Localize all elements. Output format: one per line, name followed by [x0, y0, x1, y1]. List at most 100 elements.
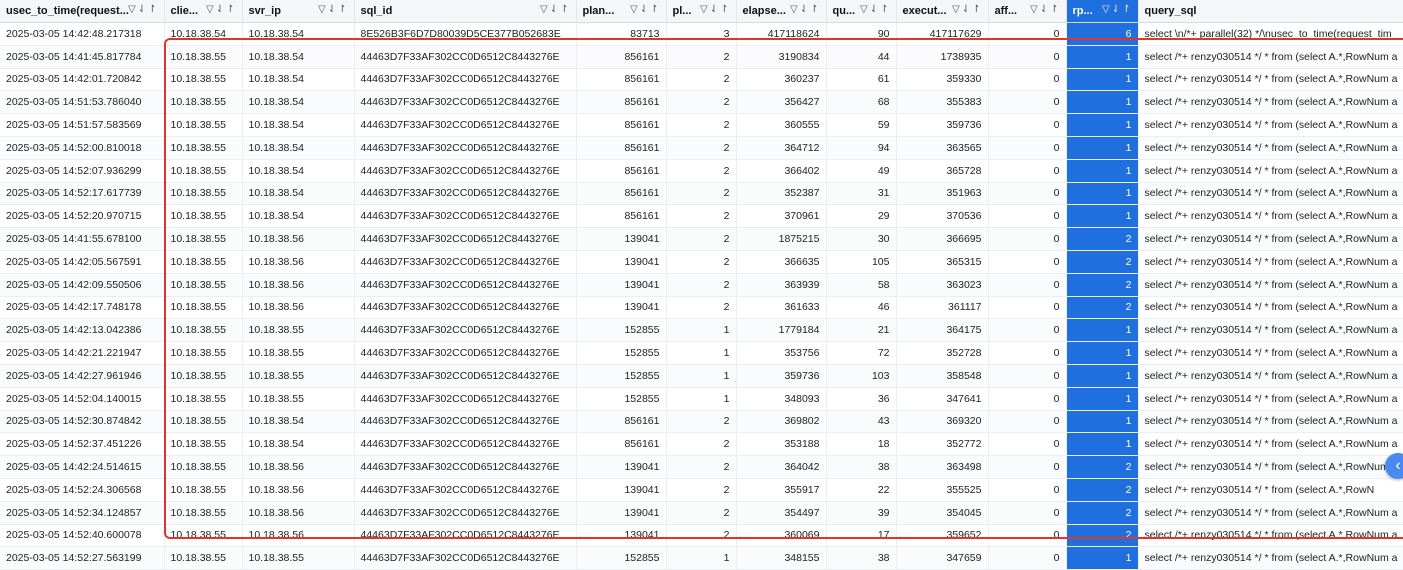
cell-plan[interactable]: 139041: [576, 273, 667, 297]
cell-aff[interactable]: 0: [988, 113, 1067, 137]
cell-qu[interactable]: 103: [826, 364, 897, 388]
cell-svr[interactable]: 10.18.38.55: [242, 341, 355, 365]
cell-usec[interactable]: 2025-03-05 14:52:27.563199: [0, 546, 165, 570]
cell-svr[interactable]: 10.18.38.56: [242, 296, 355, 320]
cell-svr[interactable]: 10.18.38.54: [242, 159, 355, 183]
cell-svr[interactable]: 10.18.38.54: [242, 432, 355, 457]
cell-plan[interactable]: 856161: [576, 136, 667, 160]
sort-icon[interactable]: ⇃↾: [550, 4, 571, 15]
cell-pl[interactable]: 2: [666, 524, 737, 548]
cell-aff[interactable]: 0: [988, 410, 1067, 434]
table-row[interactable]: 2025-03-05 14:42:13.042386 10.18.38.55 10.…: [0, 318, 1403, 343]
cell-aff[interactable]: 0: [988, 227, 1067, 251]
cell-rp[interactable]: 6: [1066, 22, 1139, 46]
cell-sql[interactable]: 44463D7F33AF302CC0D6512C8443276E: [354, 204, 577, 229]
cell-usec[interactable]: 2025-03-05 14:52:04.140015: [0, 387, 165, 411]
column-header-execut[interactable]: execut... ▽⇃↾: [896, 0, 989, 23]
cell-pl[interactable]: 3: [666, 22, 737, 46]
cell-svr[interactable]: 10.18.38.56: [242, 227, 355, 251]
cell-client[interactable]: 10.18.38.55: [164, 341, 243, 365]
cell-plan[interactable]: 139041: [576, 524, 667, 548]
cell-elapse[interactable]: 366402: [736, 159, 827, 183]
cell-query[interactable]: select /*+ renzy030514 */ * from (select…: [1138, 296, 1403, 320]
cell-elapse[interactable]: 360069: [736, 524, 827, 548]
table-row[interactable]: 2025-03-05 14:51:57.583569 10.18.38.55 10.…: [0, 113, 1403, 137]
cell-client[interactable]: 10.18.38.55: [164, 318, 243, 343]
cell-sql[interactable]: 44463D7F33AF302CC0D6512C8443276E: [354, 250, 577, 274]
cell-elapse[interactable]: 354497: [736, 501, 827, 525]
cell-usec[interactable]: 2025-03-05 14:42:48.217318: [0, 22, 165, 46]
cell-pl[interactable]: 2: [666, 296, 737, 320]
cell-plan[interactable]: 152855: [576, 546, 667, 570]
cell-query[interactable]: select /*+ renzy030514 */ * from (select…: [1138, 250, 1403, 274]
cell-elapse[interactable]: 355917: [736, 478, 827, 502]
cell-execut[interactable]: 369320: [896, 410, 989, 434]
table-row[interactable]: 2025-03-05 14:41:45.817784 10.18.38.55 10.…: [0, 45, 1403, 69]
cell-sql[interactable]: 44463D7F33AF302CC0D6512C8443276E: [354, 387, 577, 411]
cell-client[interactable]: 10.18.38.55: [164, 273, 243, 297]
cell-rp[interactable]: 1: [1066, 113, 1139, 137]
cell-sql[interactable]: 44463D7F33AF302CC0D6512C8443276E: [354, 296, 577, 320]
sort-icon[interactable]: ⇃↾: [640, 4, 661, 15]
cell-client[interactable]: 10.18.38.55: [164, 410, 243, 434]
cell-execut[interactable]: 351963: [896, 182, 989, 206]
table-row[interactable]: 2025-03-05 14:52:27.563199 10.18.38.55 10.…: [0, 546, 1403, 570]
cell-svr[interactable]: 10.18.38.56: [242, 524, 355, 548]
cell-usec[interactable]: 2025-03-05 14:52:00.810018: [0, 136, 165, 160]
column-header-pl[interactable]: pl... ▽⇃↾: [666, 0, 737, 23]
cell-elapse[interactable]: 353188: [736, 432, 827, 457]
filter-icon[interactable]: ▽: [860, 4, 870, 15]
cell-aff[interactable]: 0: [988, 341, 1067, 365]
cell-query[interactable]: select /*+ renzy030514 */ * from (select…: [1138, 387, 1403, 411]
cell-pl[interactable]: 1: [666, 341, 737, 365]
cell-rp[interactable]: 2: [1066, 296, 1139, 320]
cell-usec[interactable]: 2025-03-05 14:42:09.550506: [0, 273, 165, 297]
cell-svr[interactable]: 10.18.38.54: [242, 90, 355, 115]
cell-qu[interactable]: 39: [826, 501, 897, 525]
cell-execut[interactable]: 417117629: [896, 22, 989, 46]
cell-elapse[interactable]: 417118624: [736, 22, 827, 46]
cell-rp[interactable]: 2: [1066, 250, 1139, 274]
table-row[interactable]: 2025-03-05 14:52:40.600078 10.18.38.55 10.…: [0, 524, 1403, 548]
table-row[interactable]: 2025-03-05 14:42:48.217318 10.18.38.54 10.…: [0, 22, 1403, 46]
filter-icon[interactable]: ▽: [790, 4, 800, 15]
cell-pl[interactable]: 2: [666, 227, 737, 251]
table-row[interactable]: 2025-03-05 14:52:30.874842 10.18.38.55 10.…: [0, 410, 1403, 434]
cell-client[interactable]: 10.18.38.55: [164, 136, 243, 160]
cell-usec[interactable]: 2025-03-05 14:42:21.221947: [0, 341, 165, 365]
cell-execut[interactable]: 359652: [896, 524, 989, 548]
cell-sql[interactable]: 44463D7F33AF302CC0D6512C8443276E: [354, 68, 577, 92]
cell-plan[interactable]: 139041: [576, 478, 667, 502]
filter-icon[interactable]: ▽: [128, 4, 138, 15]
table-row[interactable]: 2025-03-05 14:52:00.810018 10.18.38.55 10.…: [0, 136, 1403, 160]
cell-usec[interactable]: 2025-03-05 14:51:53.786040: [0, 90, 165, 115]
cell-rp[interactable]: 1: [1066, 341, 1139, 365]
cell-pl[interactable]: 2: [666, 136, 737, 160]
cell-aff[interactable]: 0: [988, 68, 1067, 92]
cell-elapse[interactable]: 359736: [736, 364, 827, 388]
column-header-aff[interactable]: aff... ▽⇃↾: [988, 0, 1067, 23]
cell-sql[interactable]: 44463D7F33AF302CC0D6512C8443276E: [354, 524, 577, 548]
cell-sql[interactable]: 44463D7F33AF302CC0D6512C8443276E: [354, 341, 577, 365]
sort-icon[interactable]: ⇃↾: [962, 4, 983, 15]
column-header-plan[interactable]: plan... ▽⇃↾: [576, 0, 667, 23]
cell-qu[interactable]: 21: [826, 318, 897, 343]
cell-client[interactable]: 10.18.38.55: [164, 296, 243, 320]
cell-qu[interactable]: 31: [826, 182, 897, 206]
cell-usec[interactable]: 2025-03-05 14:41:55.678100: [0, 227, 165, 251]
table-row[interactable]: 2025-03-05 14:42:21.221947 10.18.38.55 10.…: [0, 341, 1403, 365]
cell-elapse[interactable]: 363939: [736, 273, 827, 297]
cell-qu[interactable]: 38: [826, 546, 897, 570]
cell-qu[interactable]: 59: [826, 113, 897, 137]
cell-client[interactable]: 10.18.38.55: [164, 227, 243, 251]
cell-svr[interactable]: 10.18.38.54: [242, 45, 355, 69]
cell-pl[interactable]: 2: [666, 68, 737, 92]
cell-aff[interactable]: 0: [988, 90, 1067, 115]
cell-elapse[interactable]: 360237: [736, 68, 827, 92]
cell-elapse[interactable]: 1779184: [736, 318, 827, 343]
cell-query[interactable]: select /*+ renzy030514 */ * from (select…: [1138, 113, 1403, 137]
cell-client[interactable]: 10.18.38.55: [164, 432, 243, 457]
cell-plan[interactable]: 856161: [576, 90, 667, 115]
cell-query[interactable]: select /*+ renzy030514 */ * from (select…: [1138, 227, 1403, 251]
cell-client[interactable]: 10.18.38.55: [164, 364, 243, 388]
